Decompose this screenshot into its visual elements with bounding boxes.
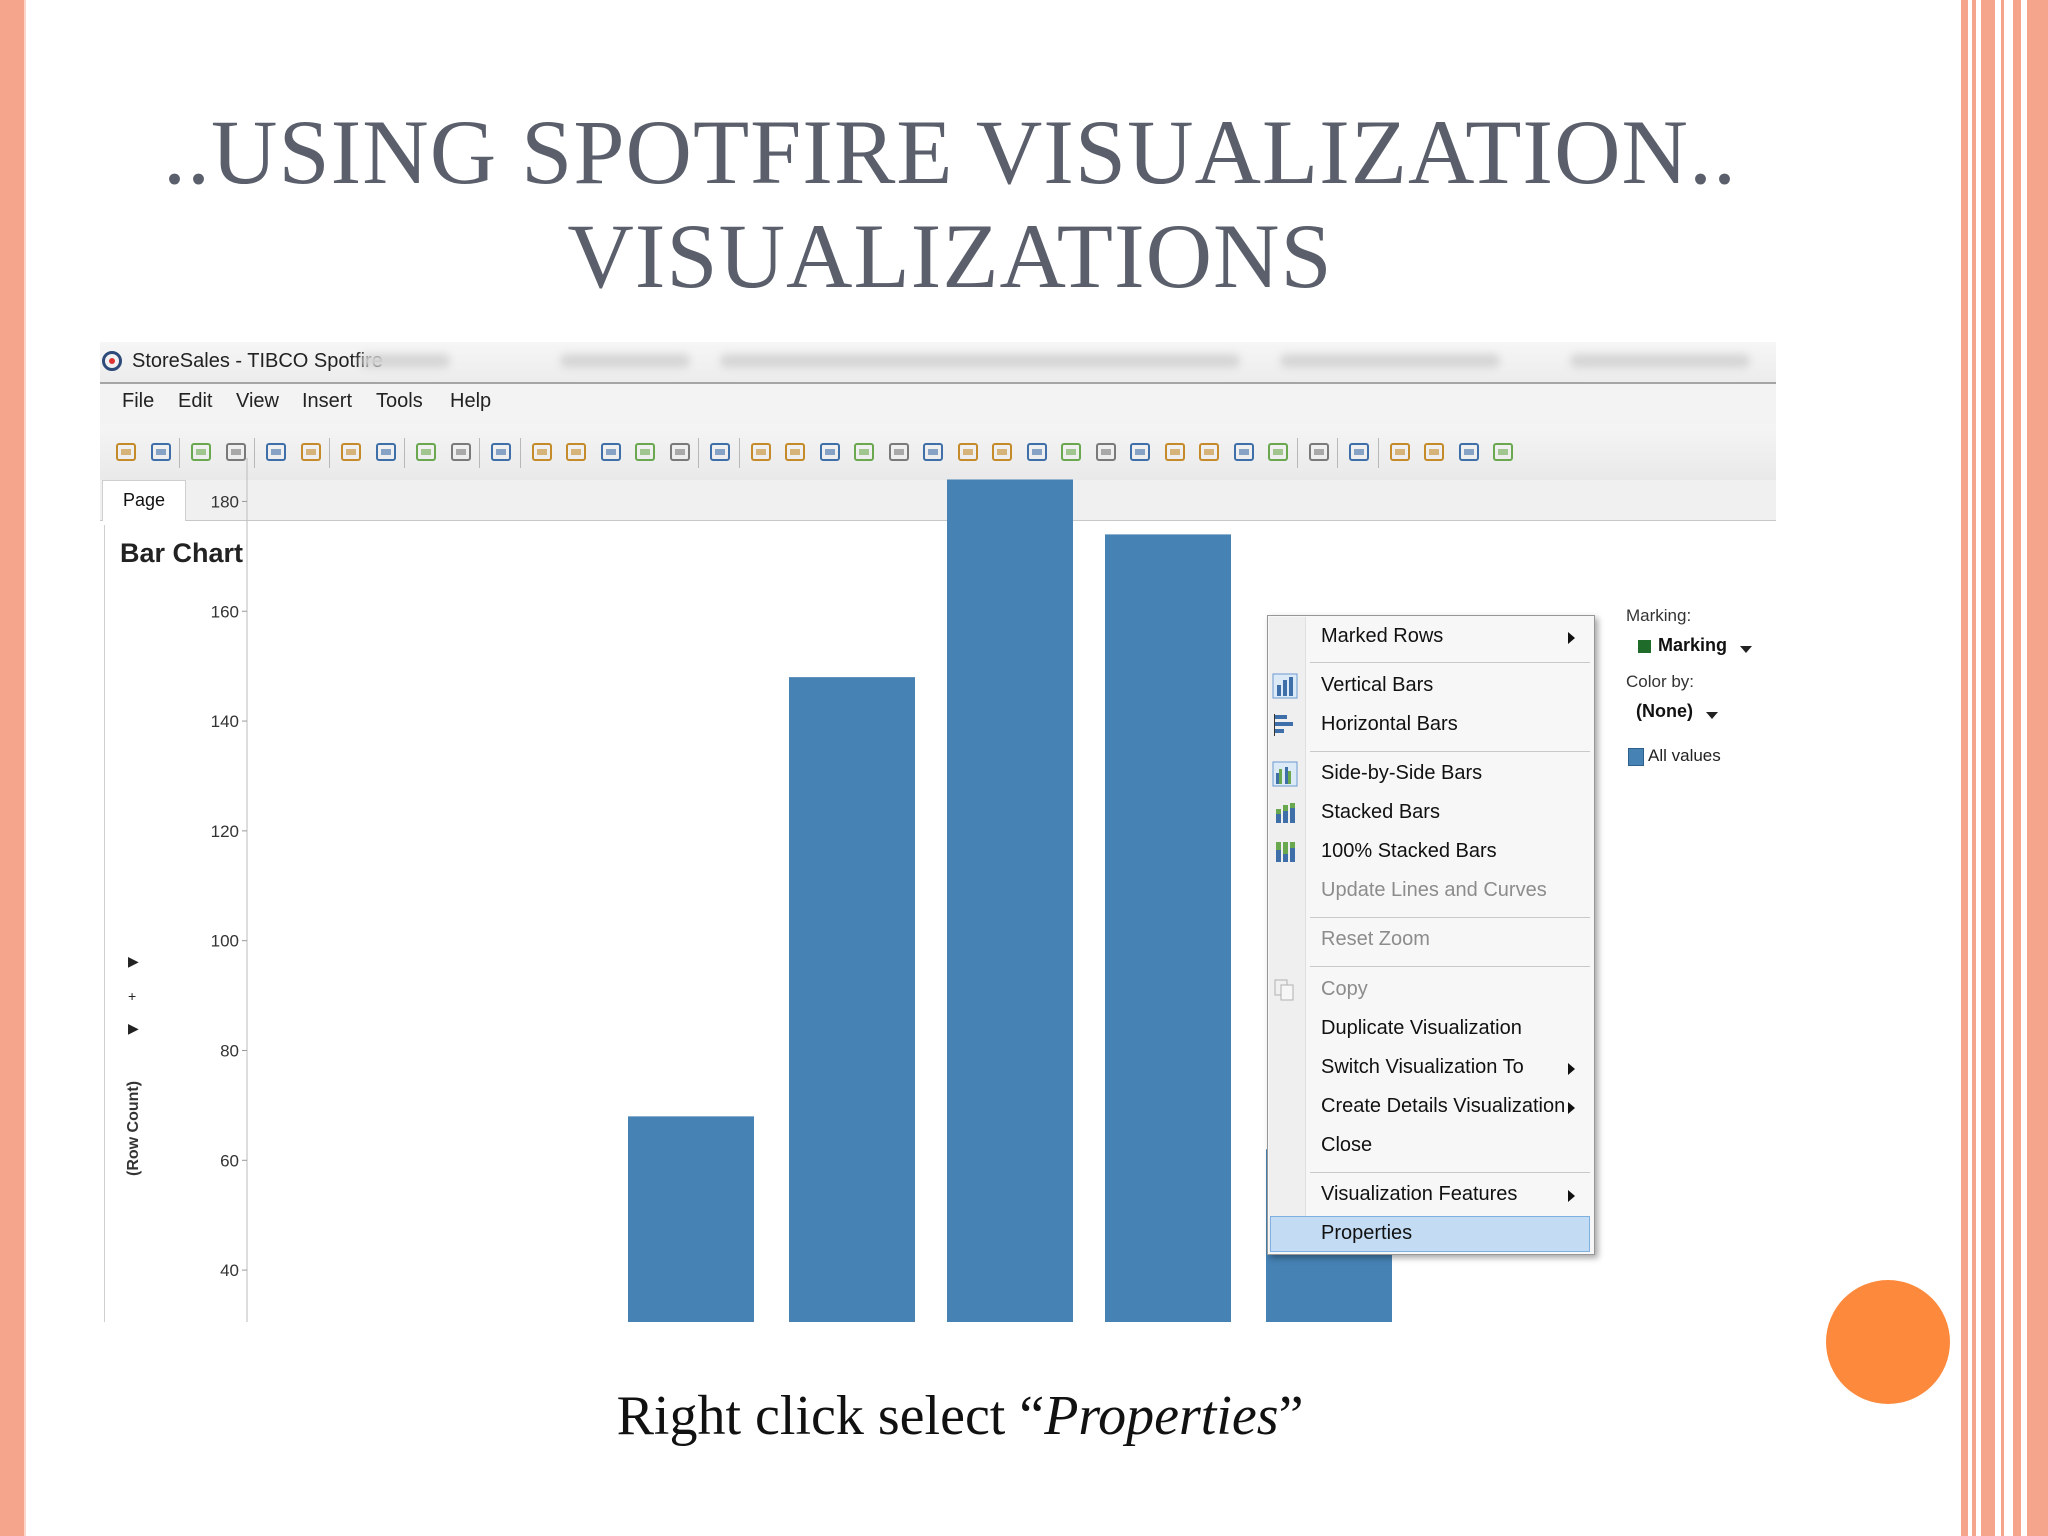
bar-1[interactable] xyxy=(628,1116,754,1322)
y-tick-label: 40 xyxy=(220,1261,239,1280)
caption-emphasis: Properties xyxy=(1044,1385,1279,1447)
menu-item-update-lines-and-curves[interactable]: Update Lines and Curves xyxy=(1321,879,1547,902)
bar-3[interactable] xyxy=(947,479,1073,1322)
context-menu-highlight xyxy=(1270,1216,1590,1252)
color-by-dropdown-arrow-icon[interactable] xyxy=(1706,712,1718,719)
all-values-color-swatch xyxy=(1628,748,1644,766)
side-by-side-bars-icon xyxy=(1272,761,1298,787)
slide-border-left xyxy=(0,0,24,1536)
menu-separator xyxy=(1310,751,1590,752)
slide-caption: Right click select “Properties” xyxy=(420,1384,1500,1448)
vertical-bars-icon xyxy=(1272,673,1298,699)
context-menu xyxy=(1267,615,1595,1255)
menu-item-stacked-bars[interactable]: Stacked Bars xyxy=(1321,801,1440,824)
slide-border-left-inner xyxy=(24,0,26,1536)
menu-item-100-stacked-bars[interactable]: 100% Stacked Bars xyxy=(1321,840,1497,863)
menu-item-close[interactable]: Close xyxy=(1321,1134,1372,1157)
menu-item-properties[interactable]: Properties xyxy=(1321,1222,1412,1245)
menu-separator xyxy=(1310,1172,1590,1173)
submenu-arrow-icon xyxy=(1568,1190,1575,1202)
y-tick-label: 180 xyxy=(211,492,239,511)
horizontal-bars-icon xyxy=(1274,714,1293,736)
menu-item-copy[interactable]: Copy xyxy=(1321,978,1368,1001)
legend-all-values[interactable]: All values xyxy=(1648,746,1721,766)
slide-title: ..USING SPOTFIRE VISUALIZATION.. VISUALI… xyxy=(110,100,1790,308)
y-tick-label: 120 xyxy=(211,822,239,841)
legend-color-by-label: Color by: xyxy=(1626,672,1695,691)
slide-title-line-1: ..USING SPOTFIRE VISUALIZATION.. xyxy=(163,101,1737,203)
bar-2[interactable] xyxy=(789,677,915,1322)
y-tick-label: 160 xyxy=(211,602,239,621)
decorative-orange-circle xyxy=(1826,1280,1950,1404)
menu-item-vertical-bars[interactable]: Vertical Bars xyxy=(1321,674,1433,697)
y-tick-label: 80 xyxy=(220,1041,239,1060)
menu-item-duplicate-visualization[interactable]: Duplicate Visualization xyxy=(1321,1017,1522,1040)
bar-4[interactable] xyxy=(1105,534,1231,1322)
legend-marking-label: Marking: xyxy=(1626,606,1692,625)
menu-item-switch-visualization-to[interactable]: Switch Visualization To xyxy=(1321,1056,1524,1079)
y-tick-label: 100 xyxy=(211,932,239,951)
marking-dropdown[interactable]: Marking xyxy=(1658,635,1727,656)
marking-dropdown-arrow-icon[interactable] xyxy=(1740,646,1752,653)
axis-selector-arrow-icon[interactable]: ▶ xyxy=(128,1020,139,1037)
submenu-arrow-icon xyxy=(1568,1063,1575,1075)
menu-item-marked-rows[interactable]: Marked Rows xyxy=(1321,625,1443,648)
slide-title-line-2: VISUALIZATIONS xyxy=(567,205,1333,307)
slide-border-right xyxy=(1961,0,2048,1536)
color-by-dropdown[interactable]: (None) xyxy=(1636,701,1693,722)
caption-quote-close: ” xyxy=(1278,1385,1304,1447)
100-stacked-bars-icon xyxy=(1276,842,1295,862)
menu-item-create-details-visualization[interactable]: Create Details Visualization xyxy=(1321,1095,1565,1118)
marking-color-swatch xyxy=(1638,640,1651,653)
submenu-arrow-icon xyxy=(1568,632,1575,644)
caption-text: Right click select “ xyxy=(616,1385,1045,1447)
y-axis-label[interactable]: (Row Count) xyxy=(125,1081,143,1176)
y-tick-label: 140 xyxy=(211,712,239,731)
y-tick-label: 60 xyxy=(220,1151,239,1170)
menu-item-visualization-features[interactable]: Visualization Features xyxy=(1321,1183,1517,1206)
axis-add-icon[interactable]: + xyxy=(128,988,136,1004)
menu-separator xyxy=(1310,917,1590,918)
stacked-bars-icon xyxy=(1276,803,1295,823)
copy-icon xyxy=(1274,979,1294,1001)
menu-item-reset-zoom[interactable]: Reset Zoom xyxy=(1321,928,1430,951)
axis-expand-arrow-icon[interactable]: ▶ xyxy=(128,953,139,970)
menu-item-horizontal-bars[interactable]: Horizontal Bars xyxy=(1321,713,1458,736)
menu-separator xyxy=(1310,662,1590,663)
menu-separator xyxy=(1310,966,1590,967)
menu-item-side-by-side-bars[interactable]: Side-by-Side Bars xyxy=(1321,762,1482,785)
submenu-arrow-icon xyxy=(1568,1102,1575,1114)
